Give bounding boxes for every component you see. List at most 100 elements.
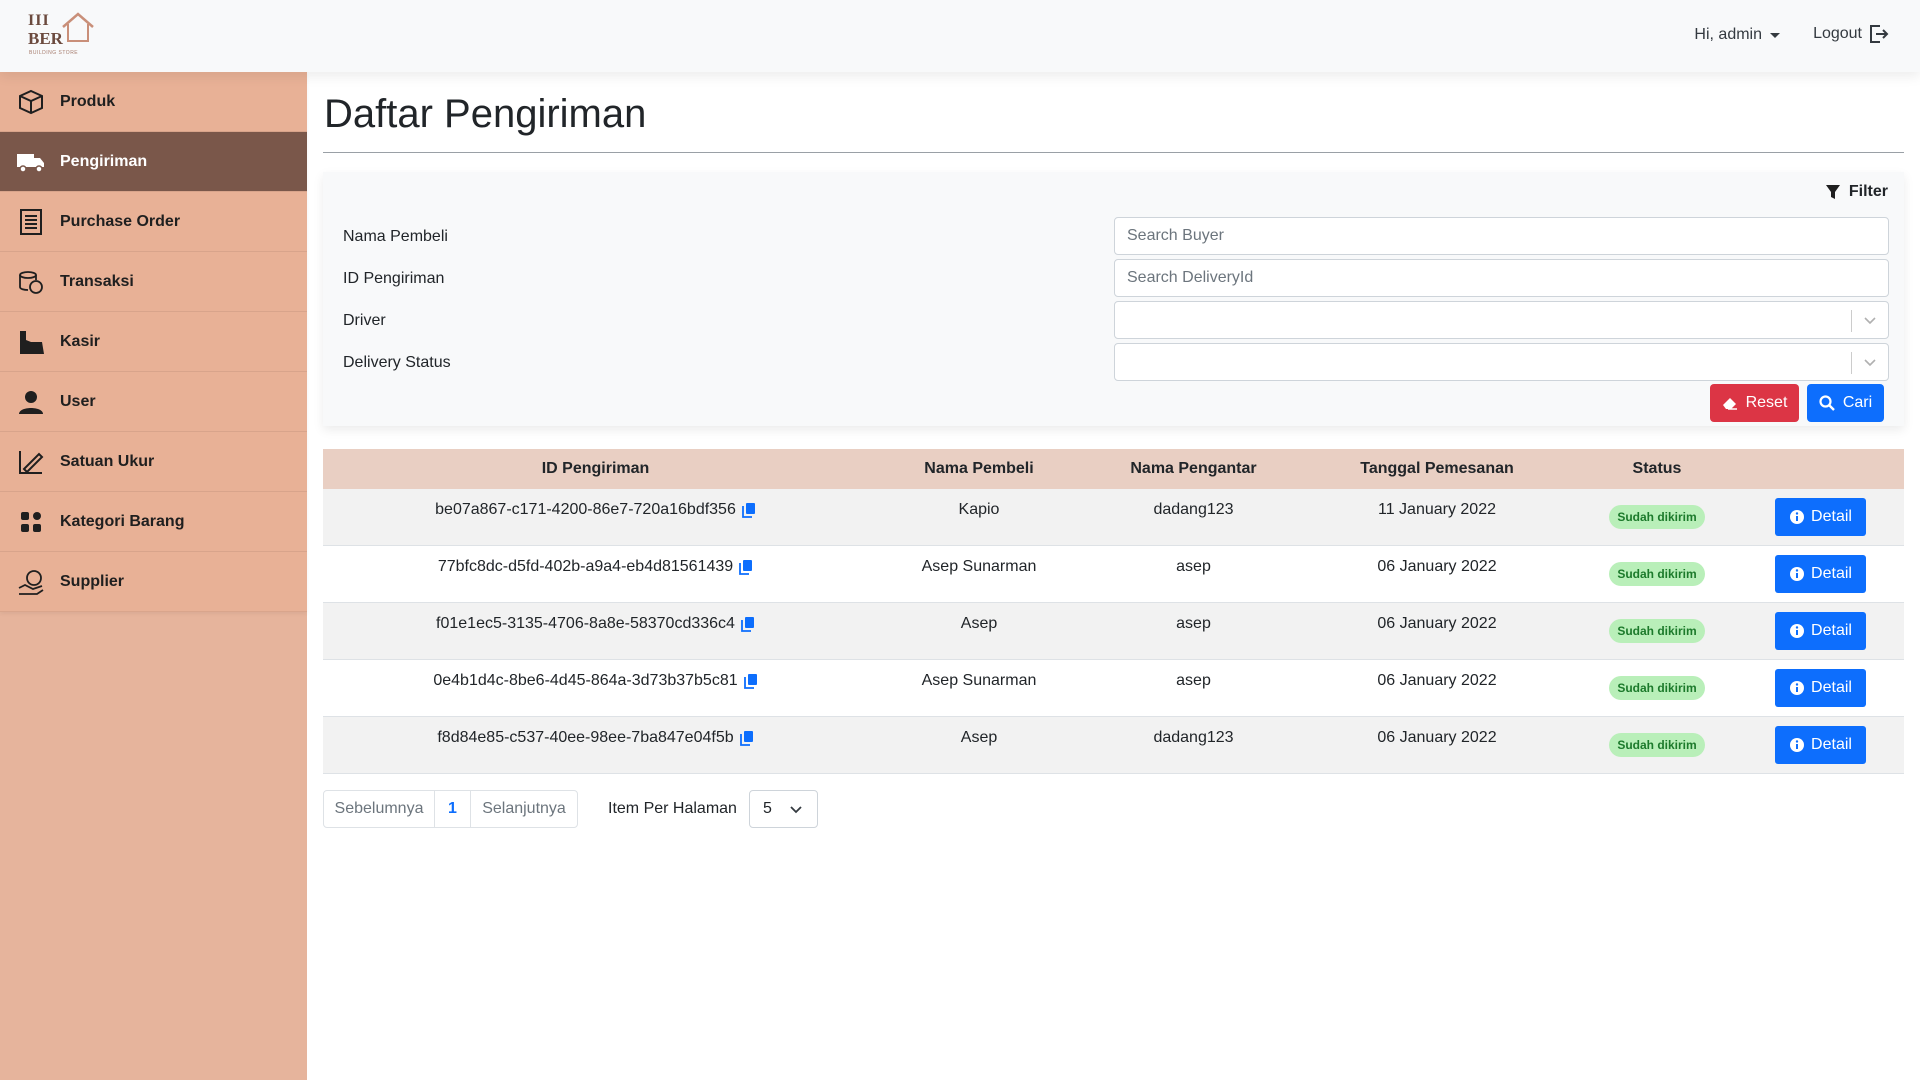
logo-text-main: BER [28,29,63,48]
detail-button[interactable]: Detail [1775,726,1866,764]
status-badge: Sudah dikirim [1609,562,1705,586]
detail-label: Detail [1811,736,1852,753]
delivery-id-cell: 77bfc8dc-d5fd-402b-a9a4-eb4d81561439 [438,558,753,575]
table-row: f8d84e85-c537-40ee-98ee-7ba847e04f5b Ase… [323,717,1904,774]
sidebar-item-kategori-barang[interactable]: Kategori Barang [0,492,307,552]
funnel-icon [1825,185,1840,199]
items-per-page-select[interactable]: 5 [749,790,818,828]
detail-button[interactable]: Detail [1775,669,1866,707]
info-icon [1790,681,1805,695]
items-per-page-label: Item Per Halaman [608,800,737,817]
delivery-id-cell: be07a867-c171-4200-86e7-720a16bdf356 [435,501,756,518]
status-badge: Sudah dikirim [1609,733,1705,757]
ruler-pencil-icon [16,447,46,477]
user-icon [16,387,46,417]
chevron-down-icon [1864,317,1876,325]
title-divider [323,152,1904,153]
delivery-id-search-input[interactable] [1114,259,1889,297]
sidebar-item-label: Supplier [60,572,125,590]
delivery-id-cell: 0e4b1d4c-8be6-4d45-864a-3d73b37b5c81 [433,672,757,689]
driver-cell: dadang123 [1153,501,1234,518]
delivery-id-cell: f01e1ec5-3135-4706-8a8e-58370cd336c4 [436,615,755,632]
page-number-1[interactable]: 1 [435,791,471,827]
driver-cell: asep [1176,558,1211,575]
logout-button[interactable]: Logout [1813,24,1890,44]
copy-icon[interactable] [741,616,755,632]
delivery-status-select[interactable] [1114,343,1889,381]
detail-label: Detail [1811,508,1852,525]
date-cell: 11 January 2022 [1377,501,1496,518]
copy-icon[interactable] [739,730,754,746]
sidebar-item-purchase-order[interactable]: Purchase Order [0,192,307,252]
delivery-table: ID Pengiriman Nama Pembeli Nama Penganta… [323,449,1904,774]
driver-cell: asep [1176,672,1211,689]
next-page-button[interactable]: Selanjutnya [471,791,577,827]
sidebar-item-transaksi[interactable]: Transaksi [0,252,307,312]
sidebar-item-label: Kategori Barang [60,512,185,530]
reset-label: Reset [1745,394,1788,411]
filter-heading[interactable]: Filter [1825,183,1888,201]
reset-button[interactable]: Reset [1710,384,1799,422]
brand-logo[interactable]: III BER BUILDING STORE [26,10,98,58]
sidebar-item-user[interactable]: User [0,372,307,432]
detail-button[interactable]: Detail [1775,498,1866,536]
sidebar-item-label: Purchase Order [60,212,181,230]
date-cell: 06 January 2022 [1377,615,1497,632]
date-cell: 06 January 2022 [1377,672,1497,689]
supplier-icon [16,567,46,597]
status-badge: Sudah dikirim [1609,676,1705,700]
eraser-icon [1722,398,1737,410]
detail-label: Detail [1811,622,1852,639]
coins-icon [16,267,46,297]
items-per-page-value: 5 [763,800,772,817]
sidebar-item-kasir[interactable]: Kasir [0,312,307,372]
chevron-down-icon [1864,359,1876,367]
sidebar-item-label: Transaksi [60,272,134,290]
logo-text-sub: BUILDING STORE [29,50,79,56]
date-cell: 06 January 2022 [1377,558,1497,575]
search-label: Cari [1842,394,1873,411]
table-row: f01e1ec5-3135-4706-8a8e-58370cd336c4 Ase… [323,603,1904,660]
page-title: Daftar Pengiriman [324,92,647,136]
filter-panel: Filter Nama Pembeli ID Pengiriman Driver… [323,172,1904,426]
search-button[interactable]: Cari [1807,384,1884,422]
col-header-status: Status [1632,460,1682,477]
buyer-cell: Kapio [958,501,1000,518]
user-menu-toggle[interactable]: Hi, admin [1694,26,1780,44]
pagination: Sebelumnya 1 Selanjutnya [323,790,578,828]
status-badge: Sudah dikirim [1609,619,1705,643]
copy-icon[interactable] [741,502,756,518]
order-list-icon [16,207,46,237]
info-icon [1790,510,1805,524]
status-badge: Sudah dikirim [1609,505,1705,529]
house-logo-icon [62,12,94,42]
sidebar-item-label: User [60,392,96,410]
filter-heading-label: Filter [1848,183,1888,200]
info-icon [1790,567,1805,581]
caret-down-icon [1770,32,1780,38]
info-icon [1790,738,1805,752]
select-separator [1851,352,1852,374]
truck-icon [16,147,46,177]
sidebar-item-satuan-ukur[interactable]: Satuan Ukur [0,432,307,492]
sidebar-item-pengiriman[interactable]: Pengiriman [0,132,307,192]
col-header-date: Tanggal Pemesanan [1360,460,1514,477]
driver-select[interactable] [1114,301,1889,339]
copy-icon[interactable] [743,673,758,689]
logout-label: Logout [1813,25,1862,42]
sidebar-item-supplier[interactable]: Supplier [0,552,307,612]
detail-button[interactable]: Detail [1775,555,1866,593]
prev-page-button[interactable]: Sebelumnya [324,791,435,827]
user-greeting: Hi, admin [1694,26,1762,43]
sidebar-item-label: Pengiriman [60,152,148,170]
sidebar-item-label: Kasir [60,332,101,350]
sidebar-item-label: Satuan Ukur [60,452,155,470]
copy-icon[interactable] [739,559,753,575]
col-header-buyer: Nama Pembeli [924,460,1034,477]
detail-button[interactable]: Detail [1775,612,1866,650]
buyer-search-input[interactable] [1114,217,1889,255]
delivery-id-label: ID Pengiriman [343,270,445,287]
detail-label: Detail [1811,679,1852,696]
sidebar-item-produk[interactable]: Produk [0,72,307,132]
buyer-cell: Asep [960,615,998,632]
